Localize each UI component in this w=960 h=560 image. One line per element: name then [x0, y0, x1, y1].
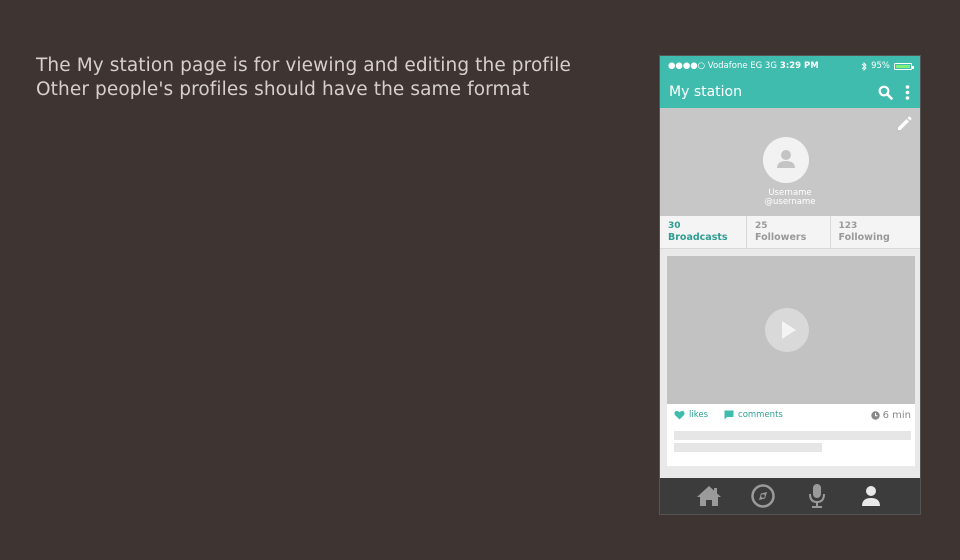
pencil-icon[interactable]: [895, 114, 913, 132]
more-vertical-icon[interactable]: [905, 84, 910, 100]
comment-icon: [724, 410, 734, 420]
note-line-1: The My station page is for viewing and e…: [36, 55, 571, 76]
stat-count: 30: [668, 221, 681, 231]
home-icon: [697, 486, 721, 506]
status-time: 3:29 PM: [779, 61, 819, 71]
profile-handle: @username: [764, 197, 816, 207]
stat-following[interactable]: 123 Following: [831, 216, 921, 248]
tab-profile[interactable]: [856, 481, 886, 511]
carrier-label: ●●●●○ Vodafone EG 3G: [668, 61, 777, 71]
tab-explore[interactable]: [748, 481, 778, 511]
tab-record[interactable]: [802, 481, 832, 511]
bottom-tab-bar: [660, 478, 920, 514]
play-button[interactable]: [765, 308, 809, 352]
comments-label: comments: [738, 410, 783, 420]
annotation-note: The My station page is for viewing and e…: [36, 54, 571, 102]
stat-count: 123: [838, 221, 858, 231]
likes-button[interactable]: likes: [674, 410, 708, 420]
note-line-2: Other people's profiles should have the …: [36, 79, 530, 100]
text-placeholder-line: [674, 443, 822, 452]
likes-label: likes: [689, 410, 709, 420]
microphone-icon: [809, 484, 825, 508]
duration-label: 6 min: [882, 409, 911, 421]
phone-mockup: ●●●●○ Vodafone EG 3G 3:29 PM 95% My stat…: [659, 55, 921, 515]
comments-button[interactable]: comments: [724, 410, 783, 420]
user-silhouette-icon: [777, 150, 795, 168]
stat-count: 25: [755, 221, 768, 231]
stat-label: Followers: [755, 232, 807, 243]
play-icon: [782, 321, 796, 339]
stat-followers[interactable]: 25 Followers: [747, 216, 831, 248]
card-meta: likes comments 6 min: [667, 404, 915, 426]
stat-label: Broadcasts: [668, 232, 728, 243]
clock-icon: [870, 410, 880, 420]
app-bar: My station: [660, 76, 920, 108]
stat-broadcasts[interactable]: 30 Broadcasts: [660, 216, 747, 248]
bluetooth-icon: [861, 61, 867, 71]
explore-icon: [751, 484, 775, 508]
profile-icon: [862, 486, 880, 506]
tab-home[interactable]: [694, 481, 724, 511]
video-thumbnail[interactable]: [667, 256, 915, 404]
duration: 6 min: [870, 404, 911, 426]
heart-icon: [674, 410, 685, 420]
avatar[interactable]: [763, 137, 809, 183]
text-placeholder-line: [674, 431, 911, 440]
search-icon[interactable]: [878, 85, 893, 100]
battery-percent: 95%: [871, 61, 890, 71]
broadcast-card[interactable]: likes comments 6 min: [667, 256, 915, 466]
stat-label: Following: [838, 232, 890, 243]
status-bar: ●●●●○ Vodafone EG 3G 3:29 PM 95%: [660, 56, 920, 76]
page-title: My station: [669, 84, 742, 100]
stats-bar: 30 Broadcasts 25 Followers 123 Following: [660, 216, 920, 249]
profile-header: Username @username: [660, 108, 920, 216]
battery-icon: [894, 62, 914, 70]
